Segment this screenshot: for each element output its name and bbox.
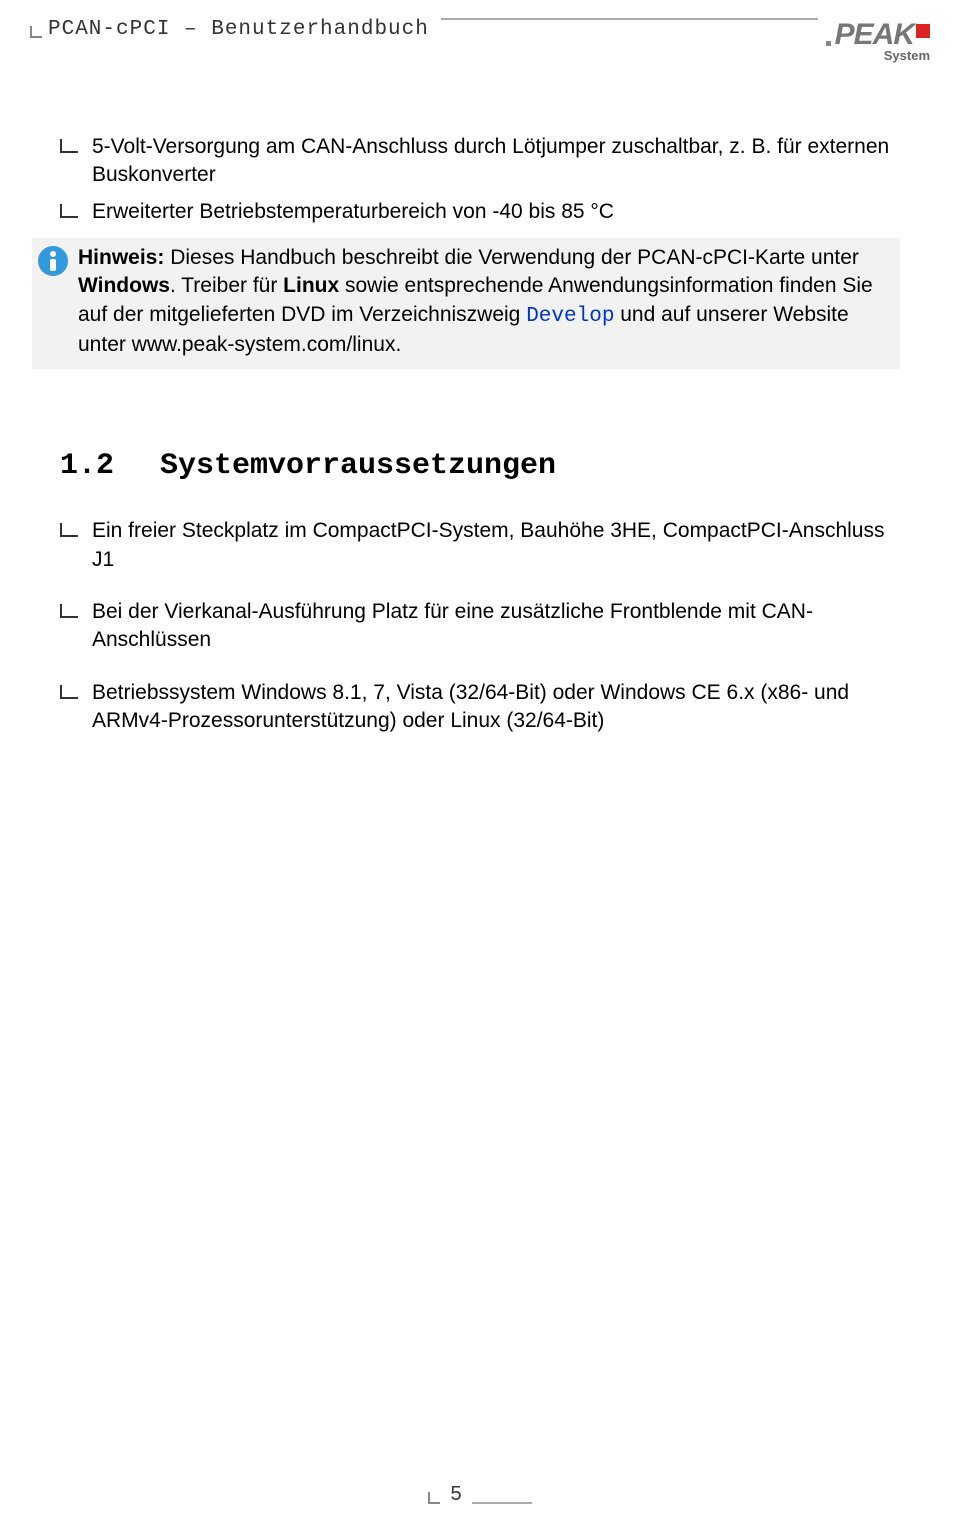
footer-rule <box>472 1502 532 1504</box>
list-item-text: Erweiterter Betriebstemperaturbereich vo… <box>92 198 614 226</box>
info-icon <box>38 246 68 276</box>
section-heading: 1.2Systemvorraussetzungen <box>60 449 900 483</box>
note-part: Dieses Handbuch beschreibt die Verwendun… <box>164 246 859 269</box>
bullet-icon <box>60 139 78 153</box>
list-item-text: 5-Volt-Versorgung am CAN-Anschluss durch… <box>92 133 900 190</box>
bullet-icon <box>60 685 78 699</box>
page-header: PCAN-cPCI – Benutzerhandbuch PEAK System <box>0 0 960 63</box>
note-mono: Develop <box>526 305 614 328</box>
section-title: Systemvorraussetzungen <box>160 449 556 483</box>
logo-top-row: PEAK <box>826 18 930 52</box>
logo-text: PEAK <box>835 18 914 52</box>
list-item-text: Ein freier Steckplatz im CompactPCI-Syst… <box>92 517 900 574</box>
list-item: Ein freier Steckplatz im CompactPCI-Syst… <box>60 517 900 574</box>
note-label: Hinweis: <box>78 246 164 269</box>
list-item-text: Betriebssystem Windows 8.1, 7, Vista (32… <box>92 679 900 736</box>
section-number: 1.2 <box>60 449 160 483</box>
page-footer: 5 <box>0 1483 960 1506</box>
peak-logo: PEAK System <box>826 18 930 63</box>
list-item-text: Bei der Vierkanal-Ausführung Platz für e… <box>92 598 900 655</box>
footer-tick-decoration <box>428 1492 440 1504</box>
logo-dot-icon <box>826 41 831 46</box>
footer-box: 5 <box>428 1483 531 1506</box>
note-bold: Linux <box>283 274 339 297</box>
header-rule <box>441 18 818 20</box>
document-title: PCAN-cPCI – Benutzerhandbuch <box>48 18 429 41</box>
bullet-icon <box>60 523 78 537</box>
requirements-list: Ein freier Steckplatz im CompactPCI-Syst… <box>60 517 900 735</box>
list-item: Erweiterter Betriebstemperaturbereich vo… <box>60 198 900 226</box>
bullet-icon <box>60 204 78 218</box>
note-bold: Windows <box>78 274 170 297</box>
list-item: Bei der Vierkanal-Ausführung Platz für e… <box>60 598 900 655</box>
page-number: 5 <box>450 1483 461 1506</box>
header-tick-decoration <box>30 26 42 38</box>
list-item: 5-Volt-Versorgung am CAN-Anschluss durch… <box>60 133 900 190</box>
list-item: Betriebssystem Windows 8.1, 7, Vista (32… <box>60 679 900 736</box>
logo-square-icon <box>916 24 930 38</box>
note-part: . Treiber für <box>170 274 283 297</box>
logo-subtitle: System <box>884 48 930 63</box>
hint-note-box: Hinweis: Dieses Handbuch beschreibt die … <box>32 238 900 369</box>
note-text: Hinweis: Dieses Handbuch beschreibt die … <box>78 244 890 359</box>
page-content: 5-Volt-Versorgung am CAN-Anschluss durch… <box>0 63 960 735</box>
bullet-icon <box>60 604 78 618</box>
